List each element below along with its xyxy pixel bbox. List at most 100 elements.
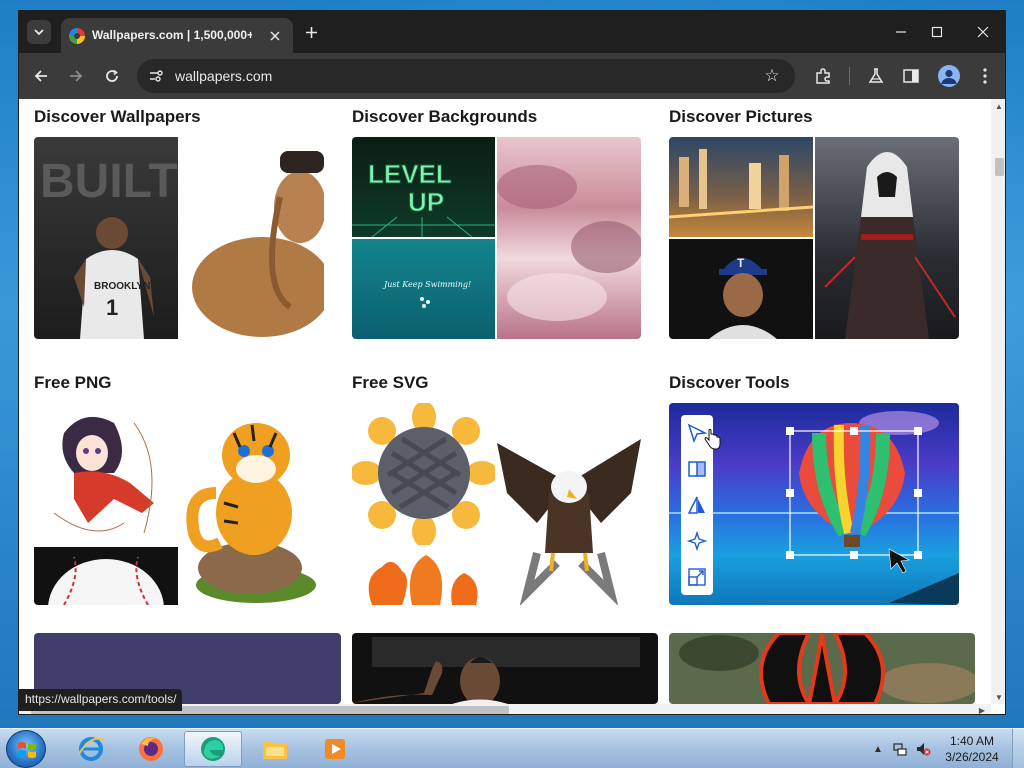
person-icon — [941, 69, 957, 84]
sunflower-image — [352, 403, 495, 545]
arrow-right-icon — [70, 70, 83, 82]
scroll-up-arrow-icon[interactable]: ▲ — [991, 99, 1005, 113]
section-title-discover-pictures[interactable]: Discover Pictures — [669, 107, 813, 127]
anime-girl-image — [34, 403, 178, 545]
baseball-player-portrait-image: T — [669, 239, 813, 339]
edge-icon — [201, 737, 225, 761]
section-title-free-svg[interactable]: Free SVG — [352, 373, 429, 393]
gallery-card-basketball-player[interactable] — [352, 633, 658, 704]
discover-backgrounds-card[interactable]: LEVEL UP Just Keep Swimming! — [352, 137, 641, 339]
level-up-graphic-image: LEVEL UP — [352, 137, 495, 237]
section-title-discover-wallpapers[interactable]: Discover Wallpapers — [34, 107, 201, 127]
page-viewport: Discover Wallpapers BUILT BROOKLYN 1 Dis… — [19, 99, 991, 704]
pink-clouds-sky-image — [497, 137, 641, 339]
flip-tool-icon[interactable] — [687, 495, 707, 515]
basketball-player-poster-image: BUILT BROOKLYN 1 — [34, 137, 178, 339]
vertical-scroll-thumb[interactable] — [995, 158, 1004, 176]
minimize-button[interactable] — [886, 19, 916, 45]
taskbar-firefox[interactable] — [122, 731, 180, 767]
hooded-assassin-character-image — [815, 137, 959, 339]
bookmark-star-icon[interactable]: ☆ — [761, 65, 783, 87]
new-tab-button[interactable] — [299, 20, 323, 44]
close-window-button[interactable] — [968, 19, 998, 45]
extensions-icon[interactable] — [811, 64, 835, 88]
show-hidden-icons-icon[interactable]: ▲ — [870, 741, 886, 757]
svg-text:BUILT: BUILT — [40, 155, 178, 208]
maximize-button[interactable] — [922, 19, 952, 45]
discover-tools-card[interactable] — [669, 403, 959, 605]
clock-time[interactable]: 1:40 AM — [936, 734, 1008, 748]
site-info-icon[interactable] — [147, 67, 165, 85]
wallpapers-favicon-icon — [69, 28, 85, 44]
taskbar-file-explorer[interactable] — [246, 731, 304, 767]
las-vegas-night-aerial-image — [669, 137, 813, 237]
side-panel-icon[interactable] — [899, 64, 923, 88]
orange-leaves-image — [352, 547, 495, 605]
start-button[interactable] — [6, 730, 46, 768]
discover-wallpapers-card[interactable]: BUILT BROOKLYN 1 — [34, 137, 324, 339]
hand-pointer-cursor-icon — [703, 428, 721, 451]
toolbar-separator — [849, 67, 850, 85]
bald-eagle-image — [497, 403, 641, 605]
browser-window: Wallpapers.com | 1,500,000+ Free — [18, 10, 1006, 715]
taskbar-edge[interactable] — [184, 731, 242, 767]
tab-search-button[interactable] — [27, 20, 51, 44]
windows-logo-icon — [18, 742, 36, 758]
maximize-icon — [931, 26, 943, 38]
taskbar: ▲ 1:40 AM 3/26/2024 — [0, 728, 1024, 768]
svg-text:BROOKLYN: BROOKLYN — [94, 281, 150, 292]
link-status-bubble: https://wallpapers.com/tools/ — [19, 689, 183, 711]
svg-text:LEVEL: LEVEL — [368, 159, 452, 189]
scroll-down-arrow-icon[interactable]: ▼ — [991, 690, 1005, 704]
section-title-free-png[interactable]: Free PNG — [34, 373, 111, 393]
section-title-discover-backgrounds[interactable]: Discover Backgrounds — [352, 107, 537, 127]
taskbar-internet-explorer[interactable] — [62, 731, 120, 767]
plus-icon — [305, 26, 317, 38]
minimize-icon — [896, 31, 906, 33]
browser-tab-active[interactable]: Wallpapers.com | 1,500,000+ Free — [61, 18, 293, 53]
back-button[interactable] — [27, 62, 55, 90]
url-text: wallpapers.com — [175, 68, 273, 84]
cartoon-tiger-cub-image — [180, 403, 324, 605]
tab-close-icon[interactable] — [265, 26, 285, 46]
dog-with-sunglasses-image — [180, 137, 324, 339]
resize-tool-icon[interactable] — [687, 567, 707, 587]
clock-date[interactable]: 3/26/2024 — [936, 750, 1008, 764]
address-bar[interactable]: wallpapers.com ☆ — [137, 59, 795, 93]
profile-avatar[interactable] — [938, 65, 960, 87]
file-explorer-icon — [263, 742, 287, 759]
media-player-icon — [325, 739, 345, 759]
vertical-scrollbar[interactable]: ▲ ▼ — [991, 99, 1005, 704]
svg-text:1: 1 — [106, 295, 118, 320]
menu-kebab-icon[interactable] — [973, 64, 997, 88]
browser-toolbar: wallpapers.com ☆ — [19, 53, 1005, 99]
ai-sparkle-icon[interactable] — [686, 530, 708, 552]
just-keep-swimming-image: Just Keep Swimming! — [352, 239, 495, 339]
close-icon — [977, 26, 989, 38]
baseball-image — [34, 547, 178, 605]
scroll-right-arrow-icon[interactable]: ▶ — [975, 704, 989, 715]
tab-title: Wallpapers.com | 1,500,000+ Free — [92, 28, 252, 42]
internet-explorer-icon — [78, 737, 105, 761]
network-icon[interactable] — [892, 741, 908, 757]
free-svg-card[interactable] — [352, 403, 641, 605]
reload-button[interactable] — [98, 62, 126, 90]
chevron-down-icon — [34, 29, 44, 36]
volume-muted-icon[interactable] — [915, 741, 931, 757]
title-bar: Wallpapers.com | 1,500,000+ Free — [19, 11, 1005, 53]
gallery-card-camouflage-adidas[interactable] — [669, 633, 975, 704]
svg-text:T: T — [737, 256, 745, 270]
discover-pictures-card[interactable]: T — [669, 137, 959, 339]
free-png-card[interactable] — [34, 403, 324, 605]
firefox-icon — [139, 737, 163, 761]
forward-button[interactable] — [62, 62, 90, 90]
compare-tool-icon[interactable] — [687, 459, 707, 479]
section-title-discover-tools[interactable]: Discover Tools — [669, 373, 790, 393]
svg-text:UP: UP — [408, 187, 444, 217]
reload-icon — [106, 69, 118, 82]
labs-flask-icon[interactable] — [864, 64, 888, 88]
show-desktop-button[interactable] — [1012, 729, 1024, 768]
arrow-left-icon — [34, 70, 47, 82]
svg-text:Just Keep Swimming!: Just Keep Swimming! — [382, 280, 471, 289]
taskbar-media-player[interactable] — [306, 731, 364, 767]
